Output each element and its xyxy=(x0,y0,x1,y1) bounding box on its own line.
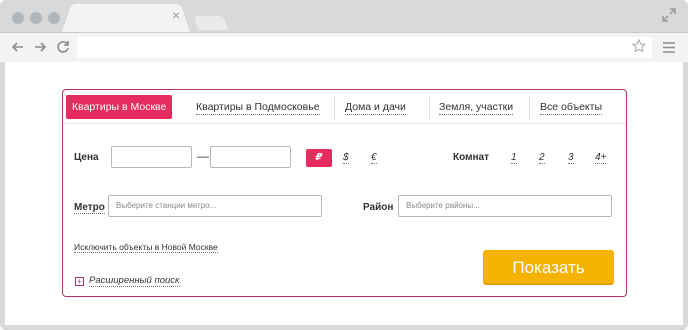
rooms-label: Комнат xyxy=(453,152,489,163)
tab-close-icon[interactable]: × xyxy=(172,7,180,23)
tab-label: Квартиры в Москве xyxy=(72,101,167,113)
forward-arrow-icon[interactable] xyxy=(32,39,48,55)
show-results-button[interactable]: Показать xyxy=(483,250,614,285)
tab-label: Все объекты xyxy=(540,101,602,115)
plus-icon[interactable]: + xyxy=(75,277,84,286)
browser-toolbar xyxy=(0,32,688,62)
reload-icon[interactable] xyxy=(55,39,71,55)
tab-divider xyxy=(334,96,335,120)
district-select[interactable]: Выберите районы... xyxy=(398,195,612,217)
browser-tab-new[interactable] xyxy=(193,16,229,30)
tab-houses[interactable]: Дома и дачи xyxy=(345,90,406,124)
metro-label[interactable]: Метро xyxy=(74,202,105,214)
price-from-input[interactable] xyxy=(111,146,192,168)
browser-tab-active[interactable] xyxy=(0,0,190,32)
expand-icon[interactable] xyxy=(662,8,676,22)
page-content: Квартиры в Москве Квартиры в Подмосковье… xyxy=(5,62,683,325)
browser-window: × Квартиры в Москве Квартиры в Подмосков… xyxy=(0,0,688,330)
advanced-search-link[interactable]: Расширенный поиск xyxy=(89,275,180,287)
realty-search-widget: Квартиры в Москве Квартиры в Подмосковье… xyxy=(62,89,627,297)
bookmark-star-icon[interactable] xyxy=(632,39,646,53)
tab-divider xyxy=(529,96,530,120)
address-bar[interactable] xyxy=(77,37,652,58)
rooms-4plus-option[interactable]: 4+ xyxy=(595,152,607,164)
category-tabs: Квартиры в Москве Квартиры в Подмосковье… xyxy=(63,90,626,124)
back-arrow-icon[interactable] xyxy=(10,39,26,55)
currency-usd-button[interactable]: $ xyxy=(343,152,349,164)
tab-moscow-region-apartments[interactable]: Квартиры в Подмосковье xyxy=(196,90,320,124)
currency-rub-button[interactable]: ₽ xyxy=(306,149,332,167)
tab-all-objects[interactable]: Все объекты xyxy=(540,90,602,124)
rooms-1-option[interactable]: 1 xyxy=(511,152,517,164)
district-label: Район xyxy=(363,202,394,213)
browser-titlebar: × xyxy=(0,0,688,32)
rooms-3-option[interactable]: 3 xyxy=(568,152,574,164)
price-dash: — xyxy=(197,149,209,163)
price-label: Цена xyxy=(74,152,99,163)
tab-label: Квартиры в Подмосковье xyxy=(196,101,320,115)
currency-eur-button[interactable]: € xyxy=(371,152,377,164)
tab-label: Земля, участки xyxy=(439,101,514,115)
price-to-input[interactable] xyxy=(210,146,291,168)
metro-select[interactable]: Выберите станции метро... xyxy=(108,195,322,217)
rooms-2-option[interactable]: 2 xyxy=(539,152,545,164)
tab-land[interactable]: Земля, участки xyxy=(439,90,514,124)
tab-label: Дома и дачи xyxy=(345,101,406,115)
hamburger-menu-icon[interactable] xyxy=(662,41,676,54)
exclude-new-moscow-link[interactable]: Исключить объекты в Новой Москве xyxy=(74,242,218,253)
tab-moscow-apartments[interactable]: Квартиры в Москве xyxy=(66,95,173,119)
tab-divider xyxy=(429,96,430,120)
